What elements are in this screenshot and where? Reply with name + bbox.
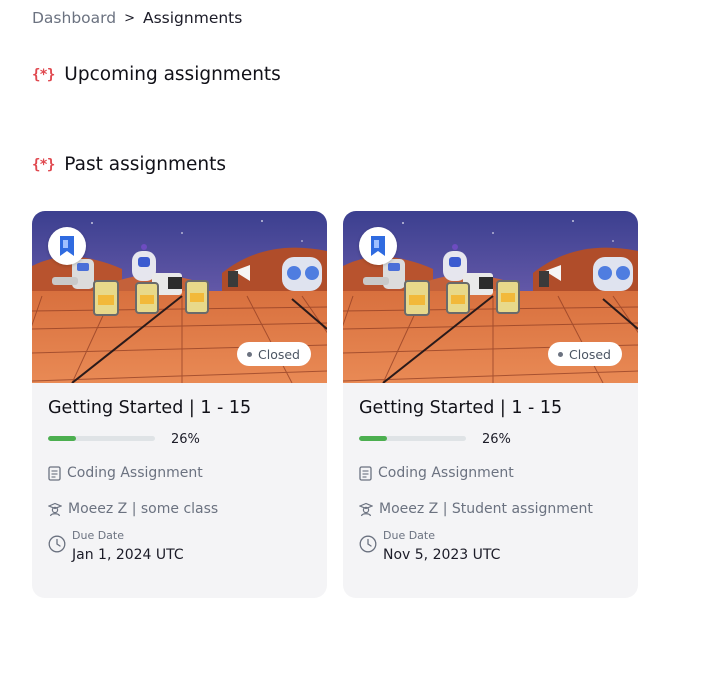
assignment-type: Coding Assignment (378, 465, 514, 481)
assignment-type-row: Coding Assignment (48, 465, 203, 481)
owner-label: Moeez Z | Student assignment (379, 501, 593, 517)
due-date-value: Jan 1, 2024 UTC (72, 547, 184, 563)
progress-fill (359, 436, 387, 441)
assignment-card-1[interactable]: Closed Getting Started | 1 - 15 26% Codi… (32, 211, 327, 598)
assignment-type-row: Coding Assignment (359, 465, 514, 481)
assignment-card-2[interactable]: Closed Getting Started | 1 - 15 26% Codi… (343, 211, 638, 598)
bookmark-logo-icon (359, 227, 397, 265)
breadcrumb: Dashboard > Assignments (32, 9, 242, 27)
upcoming-section-title: Upcoming assignments (64, 64, 281, 85)
upcoming-section-header: {*} Upcoming assignments (32, 64, 281, 85)
code-braces-icon: {*} (32, 156, 55, 173)
status-dot (558, 351, 563, 357)
owner-row: Moeez Z | some class (48, 501, 218, 517)
assignment-title: Getting Started | 1 - 15 (359, 398, 563, 418)
breadcrumb-current: Assignments (143, 9, 243, 27)
assignment-title: Getting Started | 1 - 15 (48, 398, 252, 418)
due-date-label: Due Date (72, 529, 124, 542)
progress-bar (48, 436, 155, 441)
past-section-title: Past assignments (64, 154, 226, 175)
clock-icon (359, 535, 377, 553)
due-date: Due Date Nov 5, 2023 UTC (359, 529, 500, 563)
status-dot (247, 351, 252, 357)
code-braces-icon: {*} (32, 66, 55, 83)
due-date-label: Due Date (383, 529, 435, 542)
assignment-thumbnail: Closed (343, 211, 638, 383)
bookmark-logo-icon (48, 227, 86, 265)
student-icon (359, 502, 373, 516)
student-icon (48, 502, 62, 516)
due-date-value: Nov 5, 2023 UTC (383, 547, 501, 563)
document-icon (48, 465, 61, 481)
clock-icon (48, 535, 66, 553)
progress-label: 26% (482, 432, 511, 447)
breadcrumb-dashboard-link[interactable]: Dashboard (32, 9, 116, 27)
status-label: Closed (258, 346, 300, 362)
status-label: Closed (569, 346, 611, 362)
assignment-thumbnail: Closed (32, 211, 327, 383)
progress-fill (48, 436, 76, 441)
assignment-type: Coding Assignment (67, 465, 203, 481)
owner-label: Moeez Z | some class (68, 501, 219, 517)
status-badge: Closed (237, 342, 311, 366)
document-icon (359, 465, 372, 481)
due-date: Due Date Jan 1, 2024 UTC (48, 529, 184, 563)
status-badge: Closed (548, 342, 622, 366)
owner-row: Moeez Z | Student assignment (359, 501, 593, 517)
progress-label: 26% (171, 432, 200, 447)
breadcrumb-separator: > (124, 10, 135, 26)
progress-bar (359, 436, 466, 441)
past-section-header: {*} Past assignments (32, 154, 226, 175)
